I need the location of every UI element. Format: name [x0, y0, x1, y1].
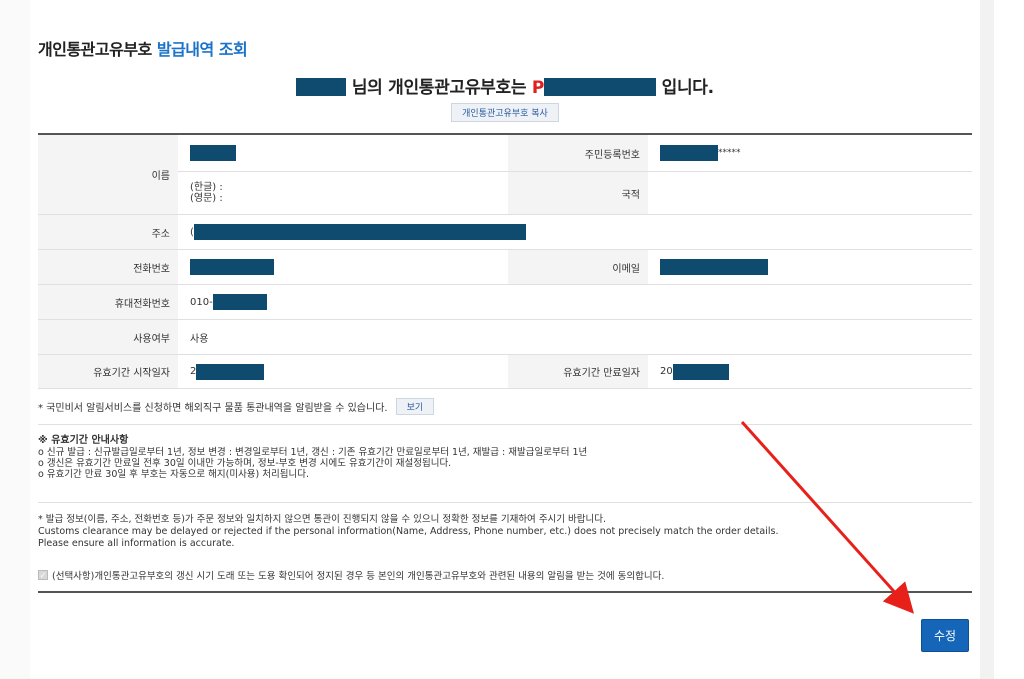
table-row: 이름 주민등록번호 ***** — [38, 135, 972, 215]
code-headline: 님의 개인통관고유부호는 P 입니다. — [38, 73, 972, 98]
redacted-phone — [190, 259, 274, 275]
name-eng-label: (영문) : — [190, 193, 223, 204]
content-area: 개인통관고유부호 발급내역 조회 님의 개인통관고유부호는 P 입니다. 개인통… — [38, 0, 972, 679]
notice-text: * 국민비서 알림서비스를 신청하면 해외직구 물품 통관내역을 알림받을 수 … — [38, 403, 388, 414]
bottom-divider — [38, 591, 972, 593]
table-row: 주소 ( — [38, 215, 972, 250]
name-kor-eng: (한글) : (영문) : — [178, 172, 508, 214]
address-value: ( — [178, 215, 972, 249]
name-value — [178, 135, 508, 171]
nationality-value — [648, 172, 972, 214]
scrollbar-track[interactable] — [980, 0, 994, 679]
code-prefix: P — [531, 78, 544, 98]
redacted-end-date — [672, 363, 729, 380]
page-title-prefix: 개인통관고유부호 — [38, 40, 152, 59]
view-button[interactable]: 보기 — [395, 398, 435, 415]
name-kor-label: (한글) : — [190, 182, 223, 193]
warning-korean: * 발급 정보(이름, 주소, 전화번호 등)가 주문 정보와 일치하지 않으면… — [38, 514, 607, 525]
redacted-name — [296, 78, 347, 96]
consent-text: (선택사항)개인통관고유부호의 갱신 시기 도래 또는 도용 확인되어 정지된 … — [52, 571, 665, 582]
mobile-label: 휴대전화번호 — [38, 285, 178, 319]
guide-line: o 신규 발급 : 신규발급일로부터 1년, 정보 변경 : 변경일로부터 1년… — [38, 447, 588, 458]
redacted-name-box — [190, 145, 236, 161]
copy-code-button[interactable]: 개인통관고유부호 복사 — [451, 103, 559, 122]
nationality-label: 국적 — [508, 172, 648, 214]
page-title: 개인통관고유부호 발급내역 조회 — [38, 36, 248, 60]
guide-title: ※ 유효기간 안내사항 — [38, 435, 129, 446]
end-date-value: 20 — [648, 355, 972, 388]
usage-value: 사용 — [190, 333, 209, 345]
headline-end: 입니다. — [661, 78, 714, 98]
address-label: 주소 — [38, 215, 178, 249]
redacted-email — [660, 259, 768, 275]
start-date-label: 유효기간 시작일자 — [38, 355, 178, 388]
start-date-value: 2 — [178, 355, 508, 388]
rrn-value: ***** — [648, 135, 972, 171]
consent-row: ✓ (선택사항)개인통관고유부호의 갱신 시기 도래 또는 도용 확인되어 정지… — [38, 568, 972, 582]
warning-english-2: Please ensure all information is accurat… — [38, 538, 235, 549]
usage-label: 사용여부 — [38, 320, 178, 354]
table-row: 사용여부 사용 — [38, 320, 972, 355]
edit-button[interactable]: 수정 — [921, 619, 969, 652]
end-date-label: 유효기간 만료일자 — [508, 355, 648, 388]
redacted-start-date — [196, 363, 265, 380]
notice-row: * 국민비서 알림서비스를 신청하면 해외직구 물품 통관내역을 알림받을 수 … — [38, 389, 972, 425]
redacted-rrn — [660, 145, 718, 161]
table-row: (한글) : (영문) : 국적 — [38, 172, 972, 215]
table-row: 전화번호 이메일 — [38, 250, 972, 285]
accuracy-warning: * 발급 정보(이름, 주소, 전화번호 등)가 주문 정보와 일치하지 않으면… — [38, 503, 972, 550]
redacted-mobile — [212, 294, 267, 310]
mobile-value: 010- — [178, 285, 972, 319]
email-label: 이메일 — [508, 250, 648, 284]
warning-english-1: Customs clearance may be delayed or reje… — [38, 526, 779, 537]
table-row: 휴대전화번호 010- — [38, 285, 972, 320]
page-title-accent: 발급내역 조회 — [156, 40, 248, 59]
page: 개인통관고유부호 발급내역 조회 님의 개인통관고유부호는 P 입니다. 개인통… — [0, 0, 1024, 679]
redacted-code — [543, 78, 656, 96]
info-table: 이름 주민등록번호 ***** (한글) : (영문) : 국적 주소 (전화… — [38, 133, 972, 389]
left-gutter — [0, 0, 30, 679]
redacted-address — [193, 224, 526, 240]
name-label: 이름 — [38, 135, 178, 215]
phone-label: 전화번호 — [38, 250, 178, 284]
rrn-label: 주민등록번호 — [508, 135, 648, 171]
validity-guide: ※ 유효기간 안내사항 o 신규 발급 : 신규발급일로부터 1년, 정보 변경… — [38, 425, 972, 503]
phone-value — [178, 250, 508, 284]
consent-checkbox[interactable]: ✓ — [38, 570, 48, 580]
email-value — [648, 250, 972, 284]
table-row: 유효기간 시작일자 2 유효기간 만료일자 20 — [38, 355, 972, 389]
headline-text: 님의 개인통관고유부호는 — [351, 78, 527, 98]
guide-line: o 갱신은 유효기간 만료일 전후 30일 이내만 가능하며, 정보-부호 변경… — [38, 458, 452, 469]
guide-line: o 유효기간 만료 30일 후 부호는 자동으로 해지(미사용) 처리됩니다. — [38, 469, 309, 480]
